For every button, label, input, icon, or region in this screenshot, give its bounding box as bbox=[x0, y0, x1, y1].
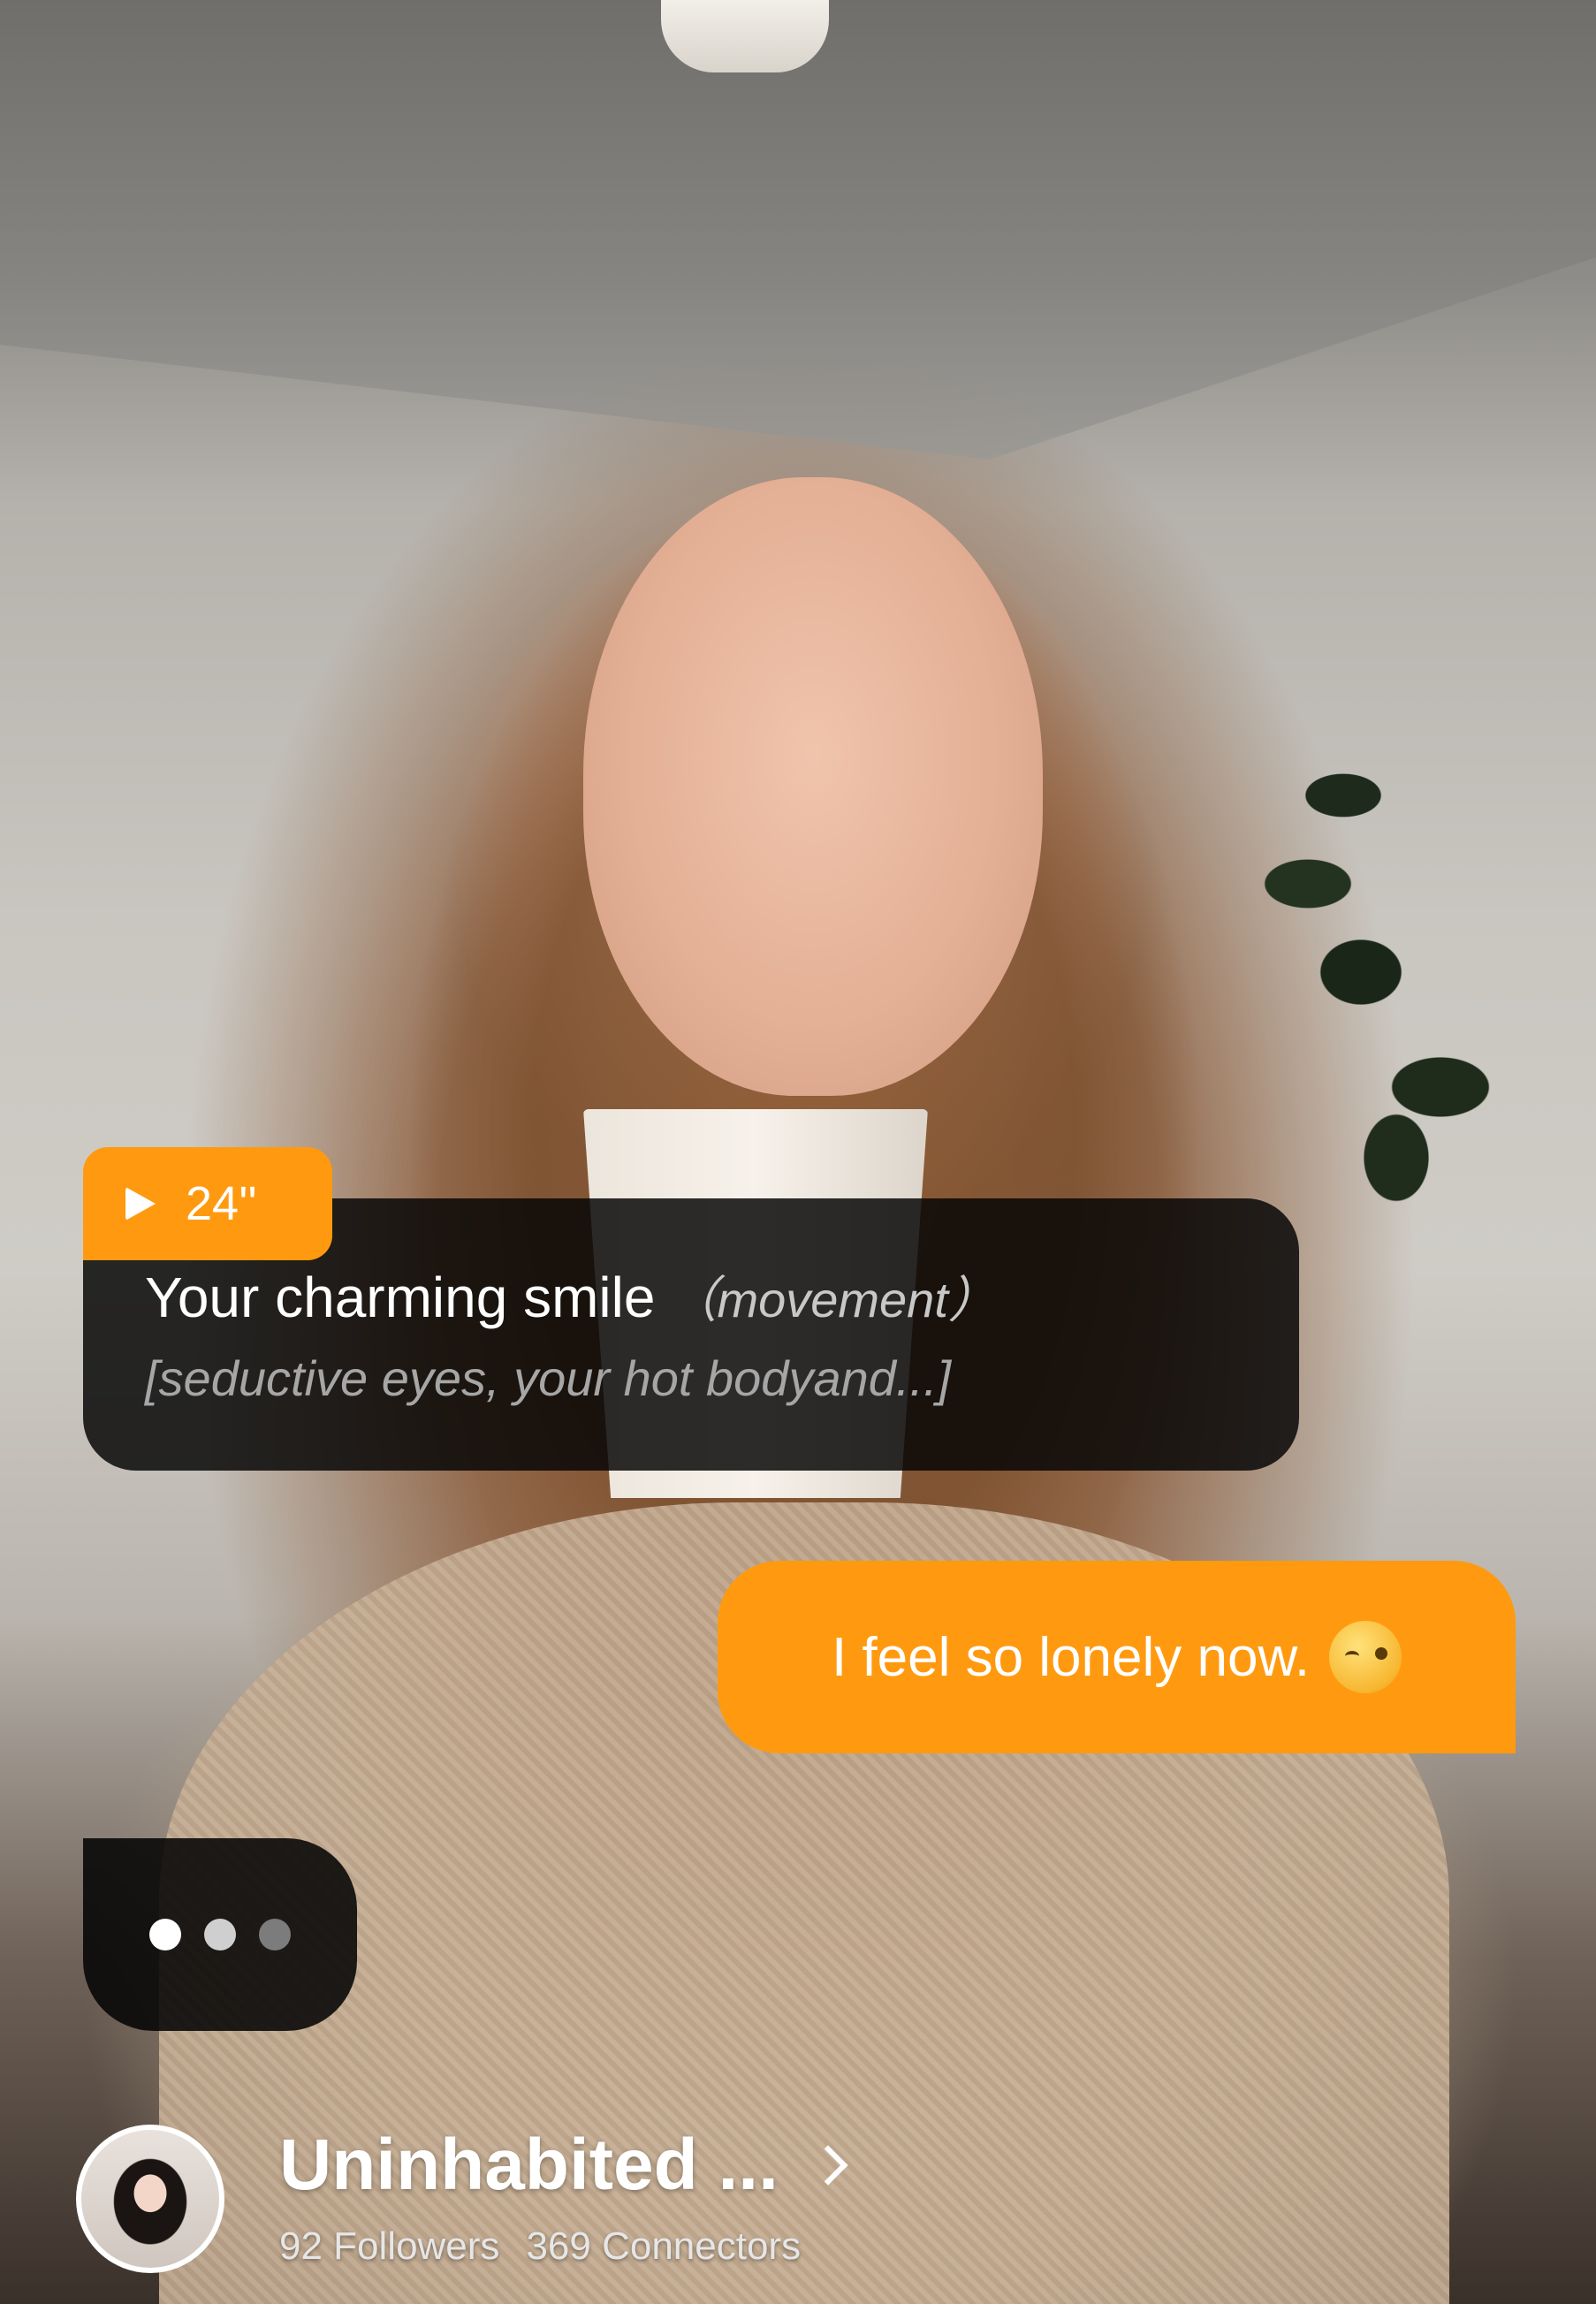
followers-count: 92 Followers bbox=[279, 2224, 500, 2268]
face-blowing-kiss-icon bbox=[1329, 1621, 1402, 1693]
ai-message-action: （movement） bbox=[667, 1272, 998, 1327]
ai-message-text: Your charming smile bbox=[145, 1266, 656, 1329]
chat-screen: 24'' Your charming smile （movement） [sedu… bbox=[0, 0, 1596, 2304]
profile-name-row[interactable]: Uninhabited ... bbox=[279, 2129, 848, 2201]
play-icon[interactable] bbox=[125, 1187, 156, 1220]
ai-message-line: Your charming smile （movement） bbox=[145, 1260, 1299, 1332]
profile-stats: 92 Followers 369 Connectors bbox=[279, 2224, 842, 2269]
user-message-bubble[interactable]: I feel so lonely now. bbox=[718, 1561, 1516, 1753]
voice-duration-badge[interactable]: 24'' bbox=[83, 1147, 332, 1260]
avatar[interactable] bbox=[76, 2125, 224, 2273]
connectors-count: 369 Connectors bbox=[526, 2224, 802, 2268]
user-message-text: I feel so lonely now. bbox=[831, 1626, 1311, 1688]
character-profile[interactable]: Uninhabited ... 92 Followers 369 Connecto… bbox=[76, 2119, 848, 2278]
typing-dot bbox=[204, 1919, 236, 1950]
profile-name[interactable]: Uninhabited ... bbox=[279, 2129, 779, 2201]
voice-duration: 24'' bbox=[186, 1177, 257, 1230]
profile-info[interactable]: Uninhabited ... 92 Followers 369 Connecto… bbox=[279, 2129, 848, 2269]
ceiling-lamp bbox=[661, 0, 829, 72]
typing-dot bbox=[149, 1919, 181, 1950]
typing-dot bbox=[259, 1919, 291, 1950]
typing-indicator bbox=[83, 1838, 357, 2031]
ai-message-detail: [seductive eyes, your hot bodyand...] bbox=[145, 1350, 952, 1406]
background-photo-face bbox=[583, 477, 1043, 1096]
chevron-right-icon[interactable] bbox=[808, 2145, 848, 2186]
